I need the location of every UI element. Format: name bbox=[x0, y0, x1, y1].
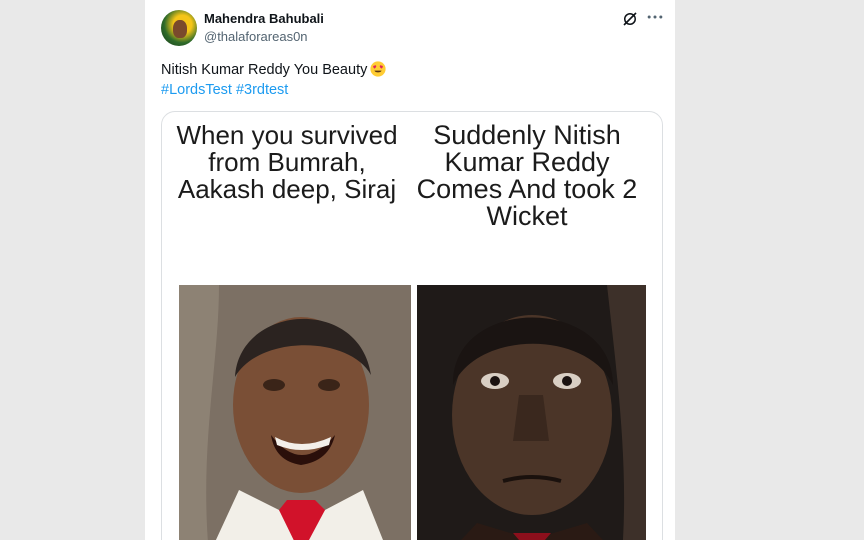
meme-image[interactable]: When you survived from Bumrah, Aakash de… bbox=[161, 111, 663, 540]
tweet-text: Nitish Kumar Reddy You Beauty bbox=[161, 60, 386, 80]
meme-caption-left: When you survived from Bumrah, Aakash de… bbox=[176, 120, 398, 204]
tweet-text-body: Nitish Kumar Reddy You Beauty bbox=[161, 62, 368, 78]
meme-caption-right: Suddenly Nitish Kumar Reddy Comes And to… bbox=[416, 120, 638, 231]
grok-icon[interactable] bbox=[621, 10, 639, 28]
heart-eyes-emoji-icon bbox=[370, 61, 386, 77]
more-icon[interactable] bbox=[645, 7, 665, 27]
author-name[interactable]: Mahendra Bahubali bbox=[204, 11, 324, 26]
avatar[interactable] bbox=[161, 10, 197, 46]
meme-photo-right bbox=[417, 285, 646, 540]
hashtag-lordstest[interactable]: #LordsTest bbox=[161, 82, 232, 98]
author-handle[interactable]: @thalaforareas0n bbox=[204, 29, 308, 44]
hashtags: #LordsTest #3rdtest bbox=[161, 80, 292, 100]
tweet-card: Mahendra Bahubali @thalaforareas0n Nitis… bbox=[145, 0, 675, 540]
hashtag-3rdtest[interactable]: #3rdtest bbox=[236, 82, 288, 98]
meme-photo-left bbox=[179, 285, 411, 540]
